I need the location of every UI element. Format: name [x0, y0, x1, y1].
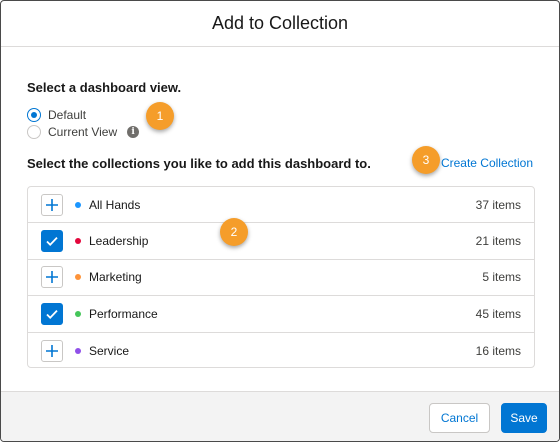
add-button[interactable] — [41, 266, 63, 289]
plus-icon — [46, 198, 58, 211]
list-item[interactable]: Leadership 21 items — [28, 223, 534, 260]
list-item[interactable]: All Hands 37 items — [28, 187, 534, 224]
info-icon[interactable]: i — [127, 126, 140, 138]
collection-color-dot — [75, 310, 81, 317]
collections-section-heading: Select the collections you like to add t… — [27, 156, 371, 171]
add-to-collection-dialog: Add to Collection Select a dashboard vie… — [0, 0, 560, 442]
radio-label-default: Default — [48, 108, 87, 122]
create-collection-link[interactable]: Create Collection — [441, 156, 533, 170]
checkmark-icon — [46, 237, 58, 247]
save-button[interactable]: Save — [501, 403, 547, 433]
collection-name: Leadership — [89, 234, 149, 249]
callout-badge-2: 2 — [220, 218, 248, 246]
collection-name: Performance — [89, 306, 158, 321]
radio-default[interactable]: Default — [27, 108, 86, 122]
collection-name: All Hands — [89, 197, 141, 212]
collection-item-count: 37 items — [475, 197, 521, 212]
radio-label-current-view: Current View — [48, 125, 118, 139]
radio-current-view[interactable]: Current View i — [27, 125, 140, 139]
plus-icon — [46, 271, 58, 284]
plus-icon — [46, 344, 58, 357]
list-item[interactable]: Marketing 5 items — [28, 260, 534, 297]
collection-color-dot — [75, 201, 81, 208]
list-item[interactable]: Performance 45 items — [28, 296, 534, 333]
selected-checkbox[interactable] — [41, 230, 63, 253]
collection-item-count: 5 items — [482, 270, 521, 285]
collection-name: Service — [89, 343, 130, 358]
collection-name: Marketing — [89, 270, 142, 285]
add-button[interactable] — [41, 193, 63, 216]
checkmark-icon — [46, 309, 58, 319]
radio-button-current-view[interactable] — [27, 125, 41, 139]
collections-list: All Hands 37 items Leadership 21 items M… — [27, 186, 535, 368]
callout-badge-3: 3 — [412, 146, 440, 174]
collection-color-dot — [75, 347, 81, 354]
add-button[interactable] — [41, 339, 63, 362]
radio-button-default[interactable] — [27, 108, 41, 122]
callout-badge-1: 1 — [146, 102, 174, 130]
dialog-title: Add to Collection — [211, 13, 349, 33]
dialog-header: Add to Collection — [1, 1, 559, 47]
dialog-footer: Cancel Save — [1, 391, 559, 441]
collection-color-dot — [75, 238, 81, 245]
collection-color-dot — [75, 274, 81, 281]
collection-item-count: 21 items — [475, 234, 521, 249]
cancel-button[interactable]: Cancel — [429, 403, 490, 433]
view-section-heading: Select a dashboard view. — [27, 80, 182, 95]
selected-checkbox[interactable] — [41, 302, 63, 325]
list-item[interactable]: Service 16 items — [28, 333, 534, 367]
collection-item-count: 45 items — [475, 306, 521, 321]
collection-item-count: 16 items — [475, 343, 521, 358]
